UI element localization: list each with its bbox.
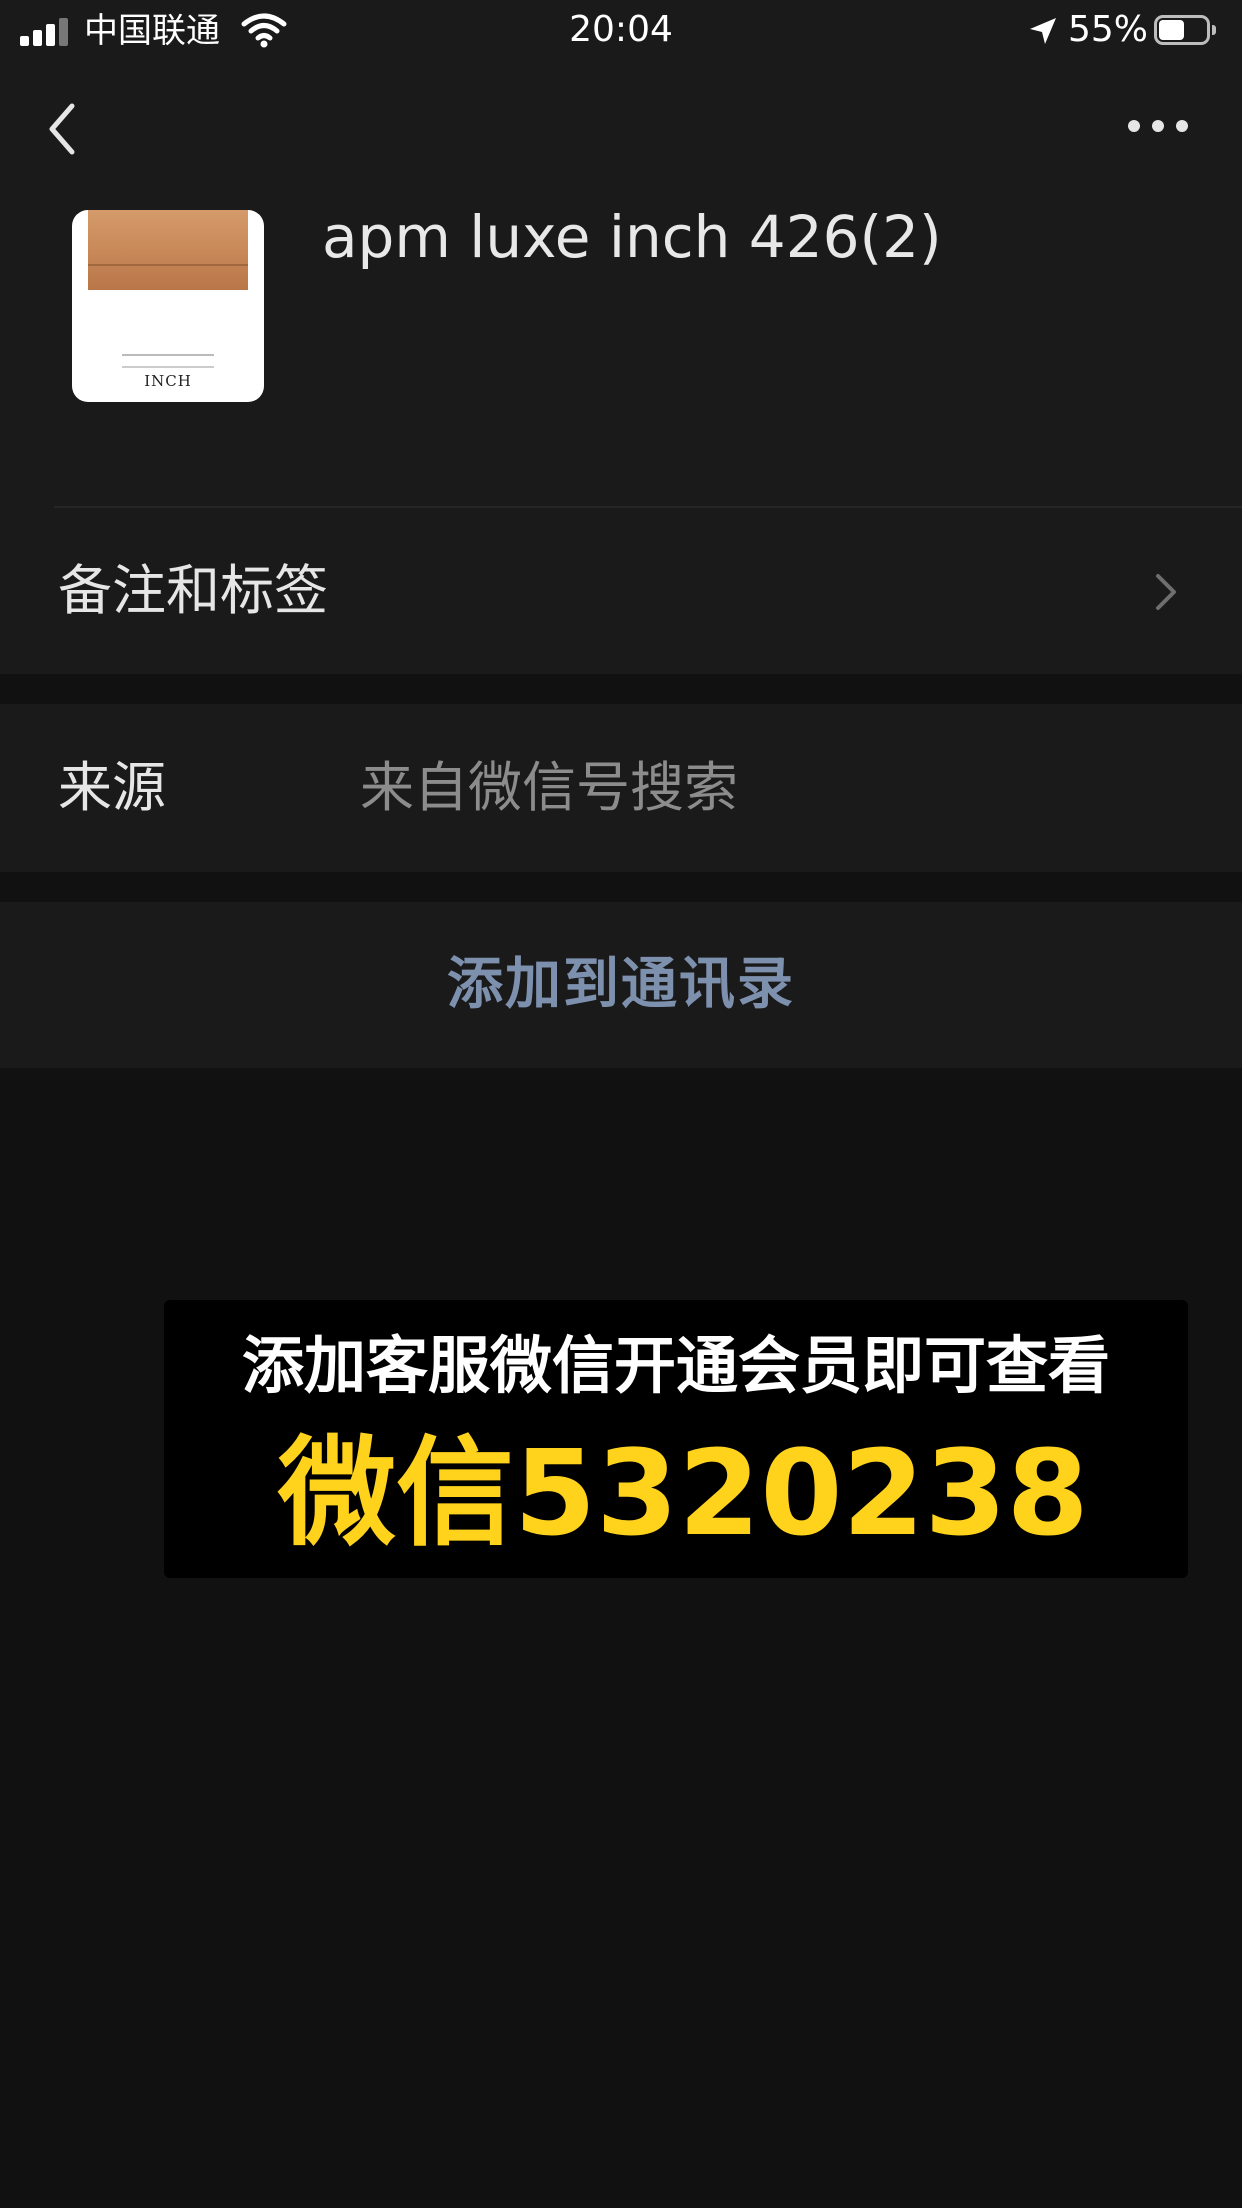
status-bar: 中国联通 20:04 55% [0, 0, 1242, 62]
avatar-photo [88, 210, 248, 290]
promo-wechat-id: 微信5320238 [278, 1424, 1089, 1562]
battery-percent: 55% [1068, 9, 1149, 50]
remark-and-tags-row[interactable]: 备注和标签 [0, 508, 1242, 674]
source-value: 来自微信号搜索 [360, 756, 738, 819]
chevron-left-icon[interactable] [36, 96, 96, 162]
promo-banner: 添加客服微信开通会员即可查看 微信5320238 [164, 1300, 1188, 1578]
avatar[interactable]: INCH [72, 210, 264, 402]
contact-name: apm luxe inch 426(2) [322, 203, 942, 271]
more-dots-icon[interactable] [1120, 108, 1196, 144]
remark-and-tags-label: 备注和标签 [58, 559, 328, 622]
avatar-logo: INCH [144, 372, 192, 390]
source-row: 来源 来自微信号搜索 [0, 704, 1242, 872]
location-icon [1030, 18, 1056, 44]
profile-header: INCH apm luxe inch 426(2) [0, 62, 1242, 508]
source-label: 来源 [58, 756, 166, 819]
add-to-contacts-label: 添加到通讯录 [447, 952, 795, 1017]
battery-level-fill [1159, 20, 1184, 40]
chevron-right-icon [1156, 574, 1176, 610]
battery-icon [1154, 15, 1216, 45]
promo-text: 添加客服微信开通会员即可查看 [241, 1329, 1110, 1402]
add-to-contacts-button[interactable]: 添加到通讯录 [0, 902, 1242, 1068]
